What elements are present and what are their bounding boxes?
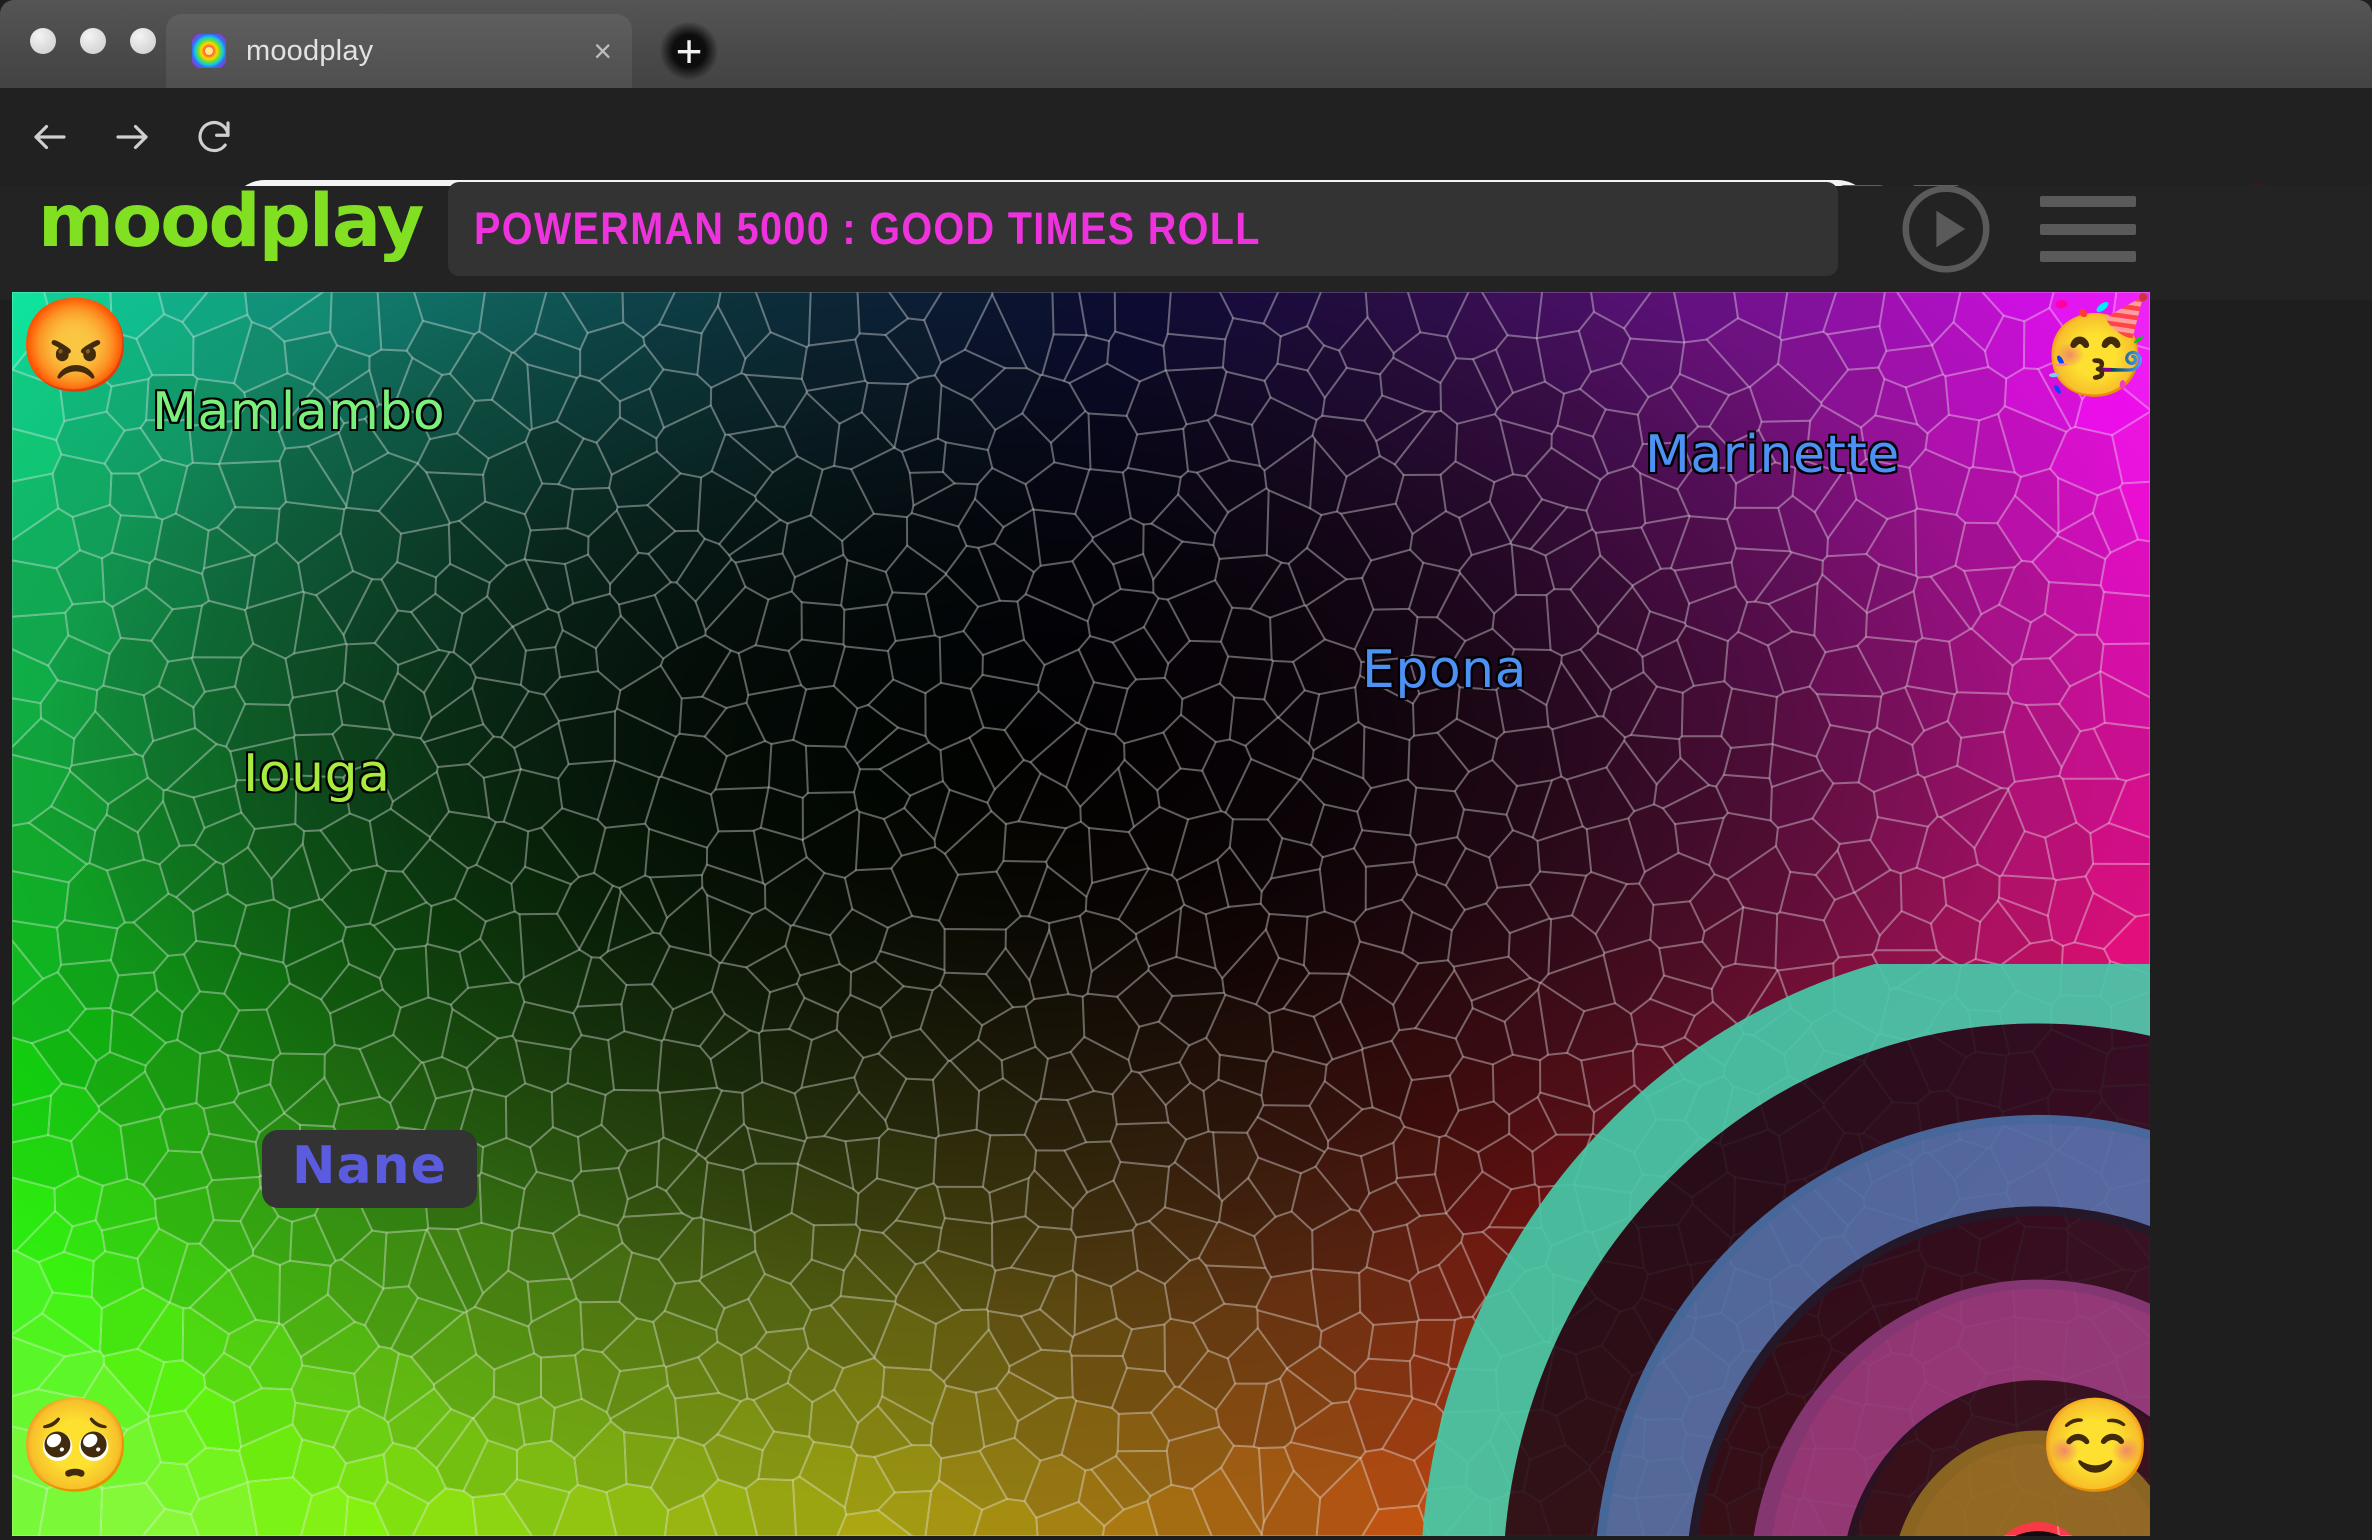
angry-emoji-icon: 😡 — [18, 295, 133, 397]
artist-label-nane[interactable]: Nane — [262, 1130, 477, 1208]
close-window-button[interactable] — [30, 28, 56, 54]
artist-label-iouga[interactable]: Iouga — [241, 743, 391, 806]
artist-label-mamlambo[interactable]: Mamlambo — [150, 381, 446, 444]
navigation-buttons — [22, 110, 242, 164]
maximize-window-button[interactable] — [130, 28, 156, 54]
moodplay-logo[interactable]: moodplay — [38, 185, 425, 258]
window-controls — [30, 28, 156, 54]
forward-icon[interactable] — [104, 110, 160, 164]
minimize-window-button[interactable] — [80, 28, 106, 54]
browser-tab[interactable]: moodplay × — [166, 14, 632, 88]
back-icon[interactable] — [22, 110, 78, 164]
now-playing-title: POWERMAN 5000 : GOOD TIMES ROLL — [474, 203, 1261, 254]
artist-label-nane-text: Nane — [292, 1136, 447, 1196]
play-button[interactable] — [1900, 183, 1992, 275]
artist-label-marinette[interactable]: Marinette — [1644, 424, 1901, 487]
content-emoji-icon: ☺️ — [2038, 1395, 2153, 1497]
mood-target-cursor[interactable] — [969, 964, 2150, 1536]
artist-label-epona[interactable]: Epona — [1361, 639, 1529, 702]
excited-emoji-icon: 🥳 — [2038, 295, 2153, 397]
hamburger-menu-icon[interactable] — [2040, 196, 2136, 262]
reload-icon[interactable] — [186, 110, 242, 164]
tab-strip: moodplay × + — [0, 0, 2372, 88]
new-tab-button[interactable]: + — [660, 22, 718, 80]
sad-emoji-icon: 🥺 — [18, 1395, 133, 1497]
browser-toolbar: https://moodplay.github.io CORS iD off — [0, 88, 2372, 254]
now-playing-bar[interactable]: POWERMAN 5000 : GOOD TIMES ROLL — [448, 182, 1838, 276]
moodplay-favicon-icon — [192, 34, 226, 68]
browser-window: moodplay × + https://moodplay.github.io — [0, 0, 2372, 1540]
close-icon[interactable]: × — [593, 35, 612, 67]
tab-title: moodplay — [246, 34, 374, 67]
